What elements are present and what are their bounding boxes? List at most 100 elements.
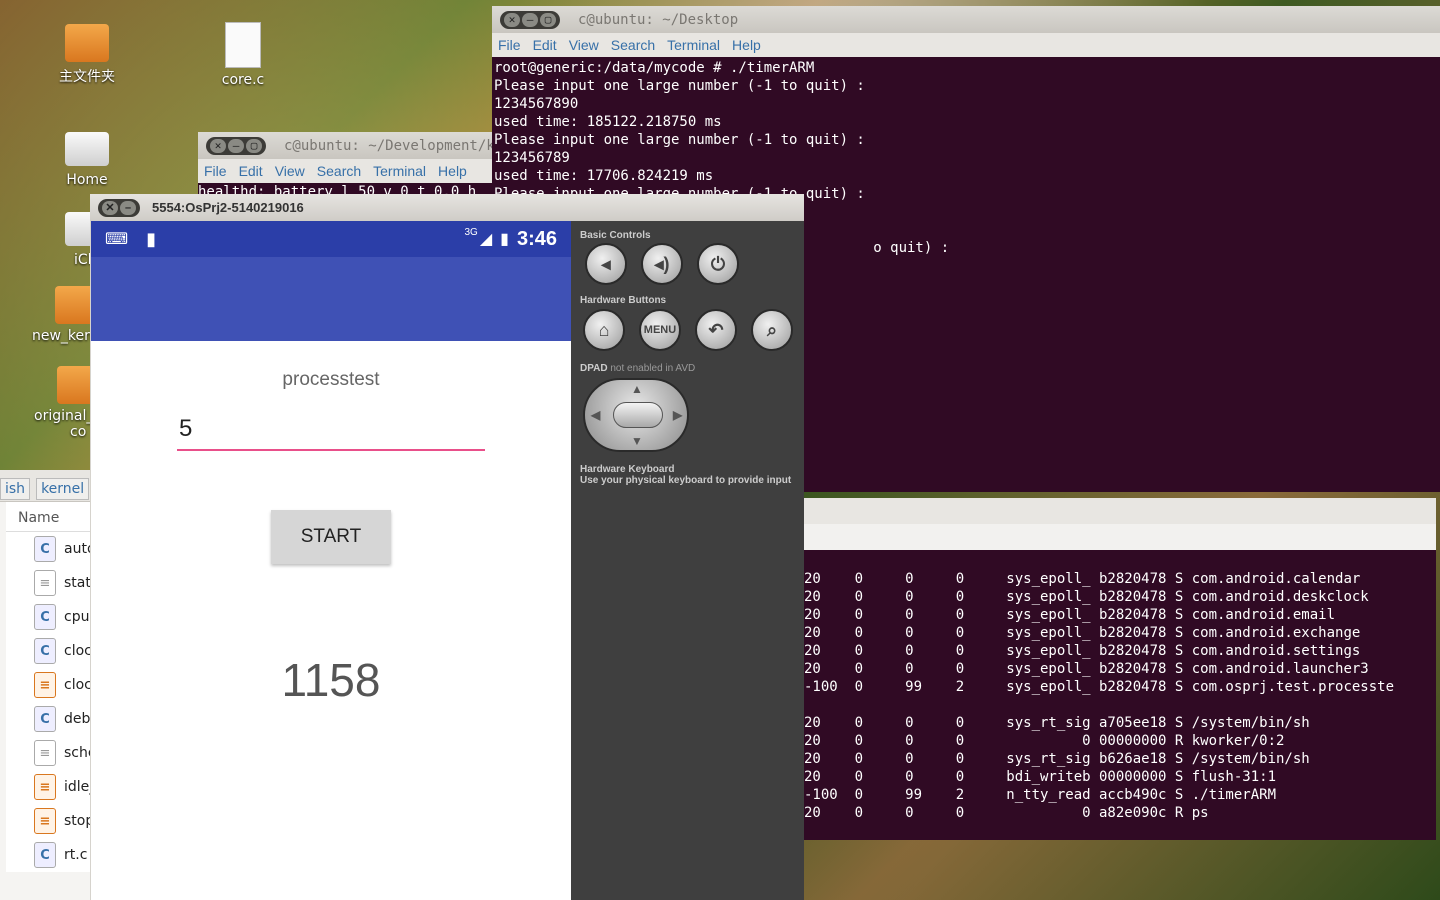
file-row[interactable]: ≡ stat xyxy=(6,566,100,600)
dpad-note: not enabled in AVD xyxy=(610,363,696,374)
battery-icon: ▮ xyxy=(500,231,509,248)
window-controls: ✕ – ▢ xyxy=(500,10,560,29)
window-titlebar[interactable] xyxy=(804,498,1436,524)
ps-row xyxy=(804,696,1436,714)
app-bar xyxy=(91,257,571,341)
dpad-up-icon: ▲ xyxy=(631,382,643,396)
window-title: c@ubuntu: ~/Desktop xyxy=(578,11,739,28)
column-header-name[interactable]: Name xyxy=(6,502,100,532)
power-button[interactable]: ⏻ xyxy=(697,243,739,285)
menu-search[interactable]: Search xyxy=(317,162,361,180)
file-row[interactable]: ≡ stop xyxy=(6,804,100,838)
section-hardware-keyboard: Hardware Keyboard Use your physical keyb… xyxy=(580,464,791,486)
terminal-output[interactable]: 20 0 0 0 sys_epoll_ b2820478 S com.andro… xyxy=(804,550,1436,822)
window-title: 5554:OsPrj2-5140219016 xyxy=(152,200,304,215)
terminal-menubar xyxy=(804,524,1436,550)
volume-down-button[interactable]: ◂ xyxy=(585,243,627,285)
menu-help[interactable]: Help xyxy=(732,36,761,54)
emulator-window[interactable]: ✕ – 5554:OsPrj2-5140219016 ⌨ ▮ 3G ◢ ▮ 3:… xyxy=(90,194,804,900)
window-titlebar[interactable]: ✕ – ▢ c@ubuntu: ~/Development/ke xyxy=(198,132,492,159)
network-type-label: 3G xyxy=(464,227,478,238)
status-bar: ⌨ ▮ 3G ◢ ▮ 3:46 xyxy=(91,221,571,257)
menu-view[interactable]: View xyxy=(569,36,599,54)
number-input[interactable] xyxy=(177,409,485,451)
file-row[interactable]: ≡ clocl xyxy=(6,668,100,702)
ps-row: -100 0 99 2 sys_epoll_ b2820478 S com.os… xyxy=(804,679,1395,695)
dpad-down-icon: ▼ xyxy=(631,434,643,448)
file-manager-window[interactable]: ish kernel s Name Cauto ≡ stat Ccpup Cclo… xyxy=(0,470,113,900)
terminal-ps-window[interactable]: 20 0 0 0 sys_epoll_ b2820478 S com.andro… xyxy=(804,498,1436,840)
header-file-icon: ≡ xyxy=(34,808,56,834)
app-title: processtest xyxy=(282,369,380,390)
dpad-title: DPAD xyxy=(580,363,608,374)
desktop-icon-label: core.c xyxy=(221,72,265,88)
window-titlebar[interactable]: ✕ – 5554:OsPrj2-5140219016 xyxy=(90,194,804,221)
text-file-icon: ≡ xyxy=(34,740,56,766)
maximize-icon[interactable]: ▢ xyxy=(540,12,556,27)
header-file-icon: ≡ xyxy=(34,672,56,698)
file-row[interactable]: ≡ idle_ xyxy=(6,770,100,804)
android-screen[interactable]: ⌨ ▮ 3G ◢ ▮ 3:46 processtest START 1158 xyxy=(91,221,571,900)
menu-terminal[interactable]: Terminal xyxy=(373,162,426,180)
window-controls: ✕ – ▢ xyxy=(206,136,266,155)
desktop-core-c-file[interactable]: core.c xyxy=(198,22,288,88)
file-row[interactable]: ≡ sche xyxy=(6,736,100,770)
file-row[interactable]: Ccpup xyxy=(6,600,100,634)
search-button[interactable]: ⌕ xyxy=(751,309,793,351)
menu-file[interactable]: File xyxy=(498,36,521,54)
dpad-right-icon: ▶ xyxy=(673,408,683,422)
start-button[interactable]: START xyxy=(271,510,391,564)
file-row[interactable]: Cdebu xyxy=(6,702,100,736)
close-icon[interactable]: ✕ xyxy=(102,200,118,215)
folder-icon xyxy=(65,24,109,62)
menu-file[interactable]: File xyxy=(204,162,227,180)
desktop-icon-label: 主文件夹 xyxy=(59,69,115,85)
breadcrumb-item[interactable]: kernel xyxy=(36,477,90,500)
dpad-center-button[interactable] xyxy=(613,402,663,428)
emulator-controls-panel: Basic Controls ◂ ◂) ⏻ Hardware Buttons ⌂… xyxy=(571,221,804,900)
ps-row: 20 0 0 0 bdi_writeb 00000000 S flush-31:… xyxy=(804,769,1277,785)
file-row[interactable]: Crt.c xyxy=(6,838,100,872)
terminal-line: Please input one large number (-1 to qui… xyxy=(494,132,865,148)
desktop-home-folder-icon[interactable]: 主文件夹 xyxy=(42,24,132,86)
keyboard-icon: ⌨ xyxy=(105,231,129,248)
desktop-home-drive[interactable]: Home xyxy=(42,132,132,188)
terminal-development-window[interactable]: ✕ – ▢ c@ubuntu: ~/Development/ke File Ed… xyxy=(198,132,492,202)
dpad-control[interactable]: ▲ ▼ ◀ ▶ xyxy=(583,378,689,452)
file-name: stat xyxy=(64,575,91,591)
menu-edit[interactable]: Edit xyxy=(533,36,557,54)
breadcrumb-item[interactable]: ish xyxy=(0,477,31,500)
window-titlebar[interactable]: ✕ – ▢ c@ubuntu: ~/Desktop xyxy=(492,6,1440,33)
section-hardware-buttons: Hardware Buttons xyxy=(580,295,667,306)
desktop-icon-label: new_kerr xyxy=(32,328,96,344)
ps-row: 20 0 0 0 0 00000000 R kworker/0:2 xyxy=(804,733,1285,749)
result-value: 1158 xyxy=(281,654,381,706)
window-title: c@ubuntu: ~/Development/ke xyxy=(284,137,492,154)
terminal-menubar: File Edit View Search Terminal Help xyxy=(492,33,1440,57)
file-row[interactable]: Cauto xyxy=(6,532,100,566)
ps-row: 20 0 0 0 sys_rt_sig a705ee18 S /system/b… xyxy=(804,715,1310,731)
menu-button[interactable]: MENU xyxy=(639,309,681,351)
menu-terminal[interactable]: Terminal xyxy=(667,36,720,54)
menu-help[interactable]: Help xyxy=(438,162,467,180)
file-row[interactable]: Cclocl xyxy=(6,634,100,668)
desktop-icon-label: original_ xyxy=(34,408,94,424)
minimize-icon[interactable]: – xyxy=(120,200,136,215)
maximize-icon[interactable]: ▢ xyxy=(246,138,262,153)
terminal-line: Please input one large number (-1 to qui… xyxy=(494,78,865,94)
c-file-icon: C xyxy=(34,706,56,732)
menu-view[interactable]: View xyxy=(275,162,305,180)
back-button[interactable]: ↶ xyxy=(695,309,737,351)
home-button[interactable]: ⌂ xyxy=(583,309,625,351)
menu-edit[interactable]: Edit xyxy=(239,162,263,180)
close-icon[interactable]: ✕ xyxy=(210,138,226,153)
header-file-icon: ≡ xyxy=(34,774,56,800)
close-icon[interactable]: ✕ xyxy=(504,12,520,27)
terminal-line: root@generic:/data/mycode # ./timerARM xyxy=(494,60,815,76)
volume-up-button[interactable]: ◂) xyxy=(641,243,683,285)
minimize-icon[interactable]: – xyxy=(522,12,538,27)
sd-card-icon: ▮ xyxy=(146,228,156,249)
menu-search[interactable]: Search xyxy=(611,36,655,54)
minimize-icon[interactable]: – xyxy=(228,138,244,153)
keyboard-title: Hardware Keyboard xyxy=(580,464,675,475)
